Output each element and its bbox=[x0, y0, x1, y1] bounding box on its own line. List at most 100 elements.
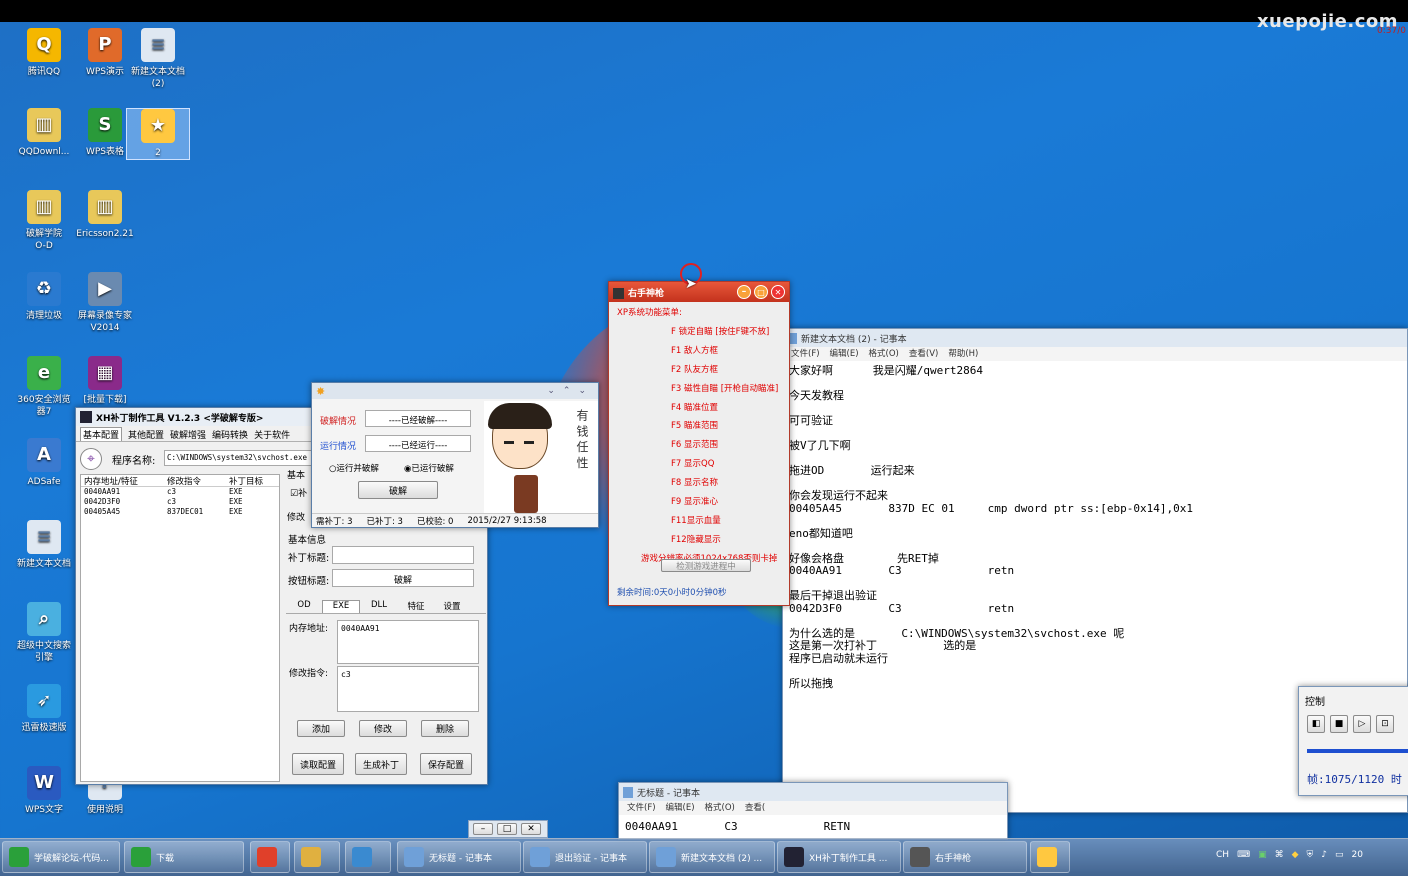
desktop-icon[interactable]: ▥ Ericsson2.21 bbox=[73, 190, 137, 240]
menu-format[interactable]: 格式(O) bbox=[869, 347, 899, 361]
menu-view[interactable]: 查看( bbox=[745, 801, 765, 815]
volume-icon[interactable]: ♪ bbox=[1321, 850, 1327, 860]
taskbar-button[interactable] bbox=[294, 841, 340, 873]
tab-enhance[interactable]: 破解增强 bbox=[170, 428, 206, 441]
cheat-titlebar[interactable]: 右手神枪 – □ ✕ bbox=[609, 282, 789, 302]
subtab-feature[interactable]: 特征 bbox=[398, 600, 434, 613]
desktop-icon[interactable]: A ADSafe bbox=[12, 438, 76, 488]
security-icon[interactable]: ⛨ bbox=[1307, 850, 1314, 860]
keyboard-icon[interactable]: ⌨ bbox=[1237, 850, 1250, 860]
taskbar-button[interactable]: 学破解论坛-代码... bbox=[2, 841, 120, 873]
desktop-icon[interactable]: ♻ 清理垃圾 bbox=[12, 272, 76, 322]
close-icon[interactable]: ✕ bbox=[521, 823, 541, 835]
desktop-icon[interactable]: e 360安全浏览 器7 bbox=[12, 356, 76, 418]
display-icon[interactable]: ▭ bbox=[1335, 850, 1344, 860]
patch-title-field[interactable] bbox=[332, 546, 474, 564]
desktop-icon[interactable]: ▥ QQDownl... bbox=[12, 108, 76, 158]
flag-icon[interactable]: ◆ bbox=[1292, 850, 1299, 860]
col-instruction[interactable]: 修改指令 bbox=[167, 475, 229, 487]
desktop-icon[interactable]: ≡ 新建文本文档 (2) bbox=[126, 28, 190, 90]
desktop-icon[interactable]: ▥ 破解学院 O-D bbox=[12, 190, 76, 252]
clock[interactable]: 20 bbox=[1352, 850, 1363, 860]
progress-track[interactable] bbox=[1307, 749, 1408, 753]
subtab-od[interactable]: OD bbox=[286, 600, 322, 613]
minimize-icon[interactable]: – bbox=[473, 823, 493, 835]
desktop-icon[interactable]: ★ 2 bbox=[126, 108, 190, 160]
menu-edit[interactable]: 编辑(E) bbox=[830, 347, 859, 361]
window-controls[interactable]: ⌄⌃⌄ bbox=[547, 386, 594, 396]
desktop-icon[interactable]: Q 腾讯QQ bbox=[12, 28, 76, 78]
minimize-icon[interactable]: – bbox=[737, 285, 751, 299]
add-button[interactable]: 添加 bbox=[297, 720, 345, 737]
stop-icon[interactable]: ■ bbox=[1330, 715, 1348, 733]
tab-about[interactable]: 关于软件 bbox=[254, 428, 290, 441]
taskbar-button[interactable]: 新建文本文档 (2) ... bbox=[649, 841, 775, 873]
menu-file[interactable]: 文件(F) bbox=[791, 347, 820, 361]
fullscreen-icon[interactable]: ⊡ bbox=[1376, 715, 1394, 733]
taskbar-button[interactable] bbox=[345, 841, 391, 873]
patch-check[interactable]: ☑补 bbox=[290, 486, 307, 499]
taskbar-button[interactable]: 右手神枪 bbox=[903, 841, 1027, 873]
delete-button[interactable]: 删除 bbox=[421, 720, 469, 737]
desktop-icon-label: WPS文字 bbox=[24, 805, 64, 815]
tab-basic[interactable]: 基本配置 bbox=[80, 427, 123, 441]
close-icon[interactable]: ✕ bbox=[771, 285, 785, 299]
taskbar-button[interactable]: XH补丁制作工具 ... bbox=[777, 841, 901, 873]
subtab-dll[interactable]: DLL bbox=[360, 600, 398, 613]
taskbar-button[interactable]: 无标题 - 记事本 bbox=[397, 841, 521, 873]
cheat-app-icon bbox=[613, 287, 624, 299]
desktop-icon[interactable]: ⌕ 超级中文搜索 引擎 bbox=[12, 602, 76, 664]
maximize-icon[interactable]: □ bbox=[497, 823, 517, 835]
save-config-button[interactable]: 保存配置 bbox=[420, 753, 472, 775]
col-address[interactable]: 内存地址/特征 bbox=[81, 475, 167, 487]
desktop-icon[interactable]: ➶ 迅雷极速版 bbox=[12, 684, 76, 734]
cheat-menu-item: F12隐藏显示 bbox=[671, 534, 721, 545]
radio-already-running[interactable]: ◉已运行破解 bbox=[404, 462, 454, 474]
cmd-field[interactable]: c3 bbox=[337, 666, 479, 712]
menu-view[interactable]: 查看(V) bbox=[909, 347, 938, 361]
patch-list[interactable]: 内存地址/特征 修改指令 补丁目标 0040AA91 c3 EXE 0042D3F0 c… bbox=[80, 474, 280, 782]
radio-run-crack[interactable]: ○运行并破解 bbox=[329, 462, 379, 474]
menu-edit[interactable]: 编辑(E) bbox=[666, 801, 695, 815]
taskbar-button[interactable]: 退出验证 - 记事本 bbox=[523, 841, 647, 873]
mem-address-field[interactable]: 0040AA91 bbox=[337, 620, 479, 664]
edit-button[interactable]: 修改 bbox=[359, 720, 407, 737]
crack-button[interactable]: 破解 bbox=[358, 481, 438, 499]
notepad-titlebar[interactable]: 新建文本文档 (2) - 记事本 bbox=[783, 329, 1407, 347]
program-path-field[interactable]: C:\WINDOWS\system32\svchost.exe bbox=[164, 450, 312, 466]
cheat-menu-item: F3 磁性自瞄 [开枪自动瞄准] bbox=[671, 383, 779, 394]
network-icon[interactable]: ⌘ bbox=[1275, 850, 1284, 860]
table-cell: 00405A45 bbox=[84, 507, 121, 516]
notepad2-text-area[interactable]: 0040AA91 C3 RETN bbox=[625, 820, 850, 834]
table-row[interactable]: 00405A45 837DEC01 EXE bbox=[81, 507, 279, 517]
menu-format[interactable]: 格式(O) bbox=[705, 801, 735, 815]
prev-frame-icon[interactable]: ◧ bbox=[1307, 715, 1325, 733]
desktop-icon[interactable]: ≡ 新建文本文档 bbox=[12, 520, 76, 570]
desktop-icon[interactable]: W WPS文字 bbox=[12, 766, 76, 816]
tab-encode[interactable]: 编码转换 bbox=[212, 428, 248, 441]
table-row[interactable]: 0042D3F0 c3 EXE bbox=[81, 497, 279, 507]
tab-other[interactable]: 其他配置 bbox=[128, 428, 164, 441]
next-frame-icon[interactable]: ▷ bbox=[1353, 715, 1371, 733]
generate-patch-button[interactable]: 生成补丁 bbox=[355, 753, 407, 775]
desktop-icon[interactable]: ▶ 屏幕录像专家 V2014 bbox=[73, 272, 137, 334]
subtab-settings[interactable]: 设置 bbox=[434, 600, 470, 613]
menu-help[interactable]: 帮助(H) bbox=[948, 347, 978, 361]
patch-titlebar[interactable]: ✸ ⌄⌃⌄ bbox=[312, 383, 598, 399]
crosshair-icon[interactable]: ⌖ bbox=[80, 448, 102, 470]
desktop-icon[interactable]: ▦ [批量下载] bbox=[73, 356, 137, 406]
check-process-button[interactable]: 检测游戏进程中 bbox=[661, 559, 751, 572]
read-config-button[interactable]: 读取配置 bbox=[292, 753, 344, 775]
table-row[interactable]: 0040AA91 c3 EXE bbox=[81, 487, 279, 497]
menu-file[interactable]: 文件(F) bbox=[627, 801, 656, 815]
notepad2-titlebar[interactable]: 无标题 - 记事本 bbox=[619, 783, 1007, 801]
col-target[interactable]: 补丁目标 bbox=[229, 475, 263, 487]
taskbar-button[interactable] bbox=[1030, 841, 1070, 873]
button-title-field[interactable]: 破解 bbox=[332, 569, 474, 587]
tray-app-icon[interactable]: ▣ bbox=[1258, 850, 1267, 860]
subtab-exe[interactable]: EXE bbox=[322, 600, 360, 613]
language-indicator[interactable]: CH bbox=[1216, 850, 1229, 860]
taskbar-button[interactable] bbox=[250, 841, 290, 873]
restore-icon[interactable]: □ bbox=[754, 285, 768, 299]
taskbar-button[interactable]: 下载 bbox=[124, 841, 244, 873]
